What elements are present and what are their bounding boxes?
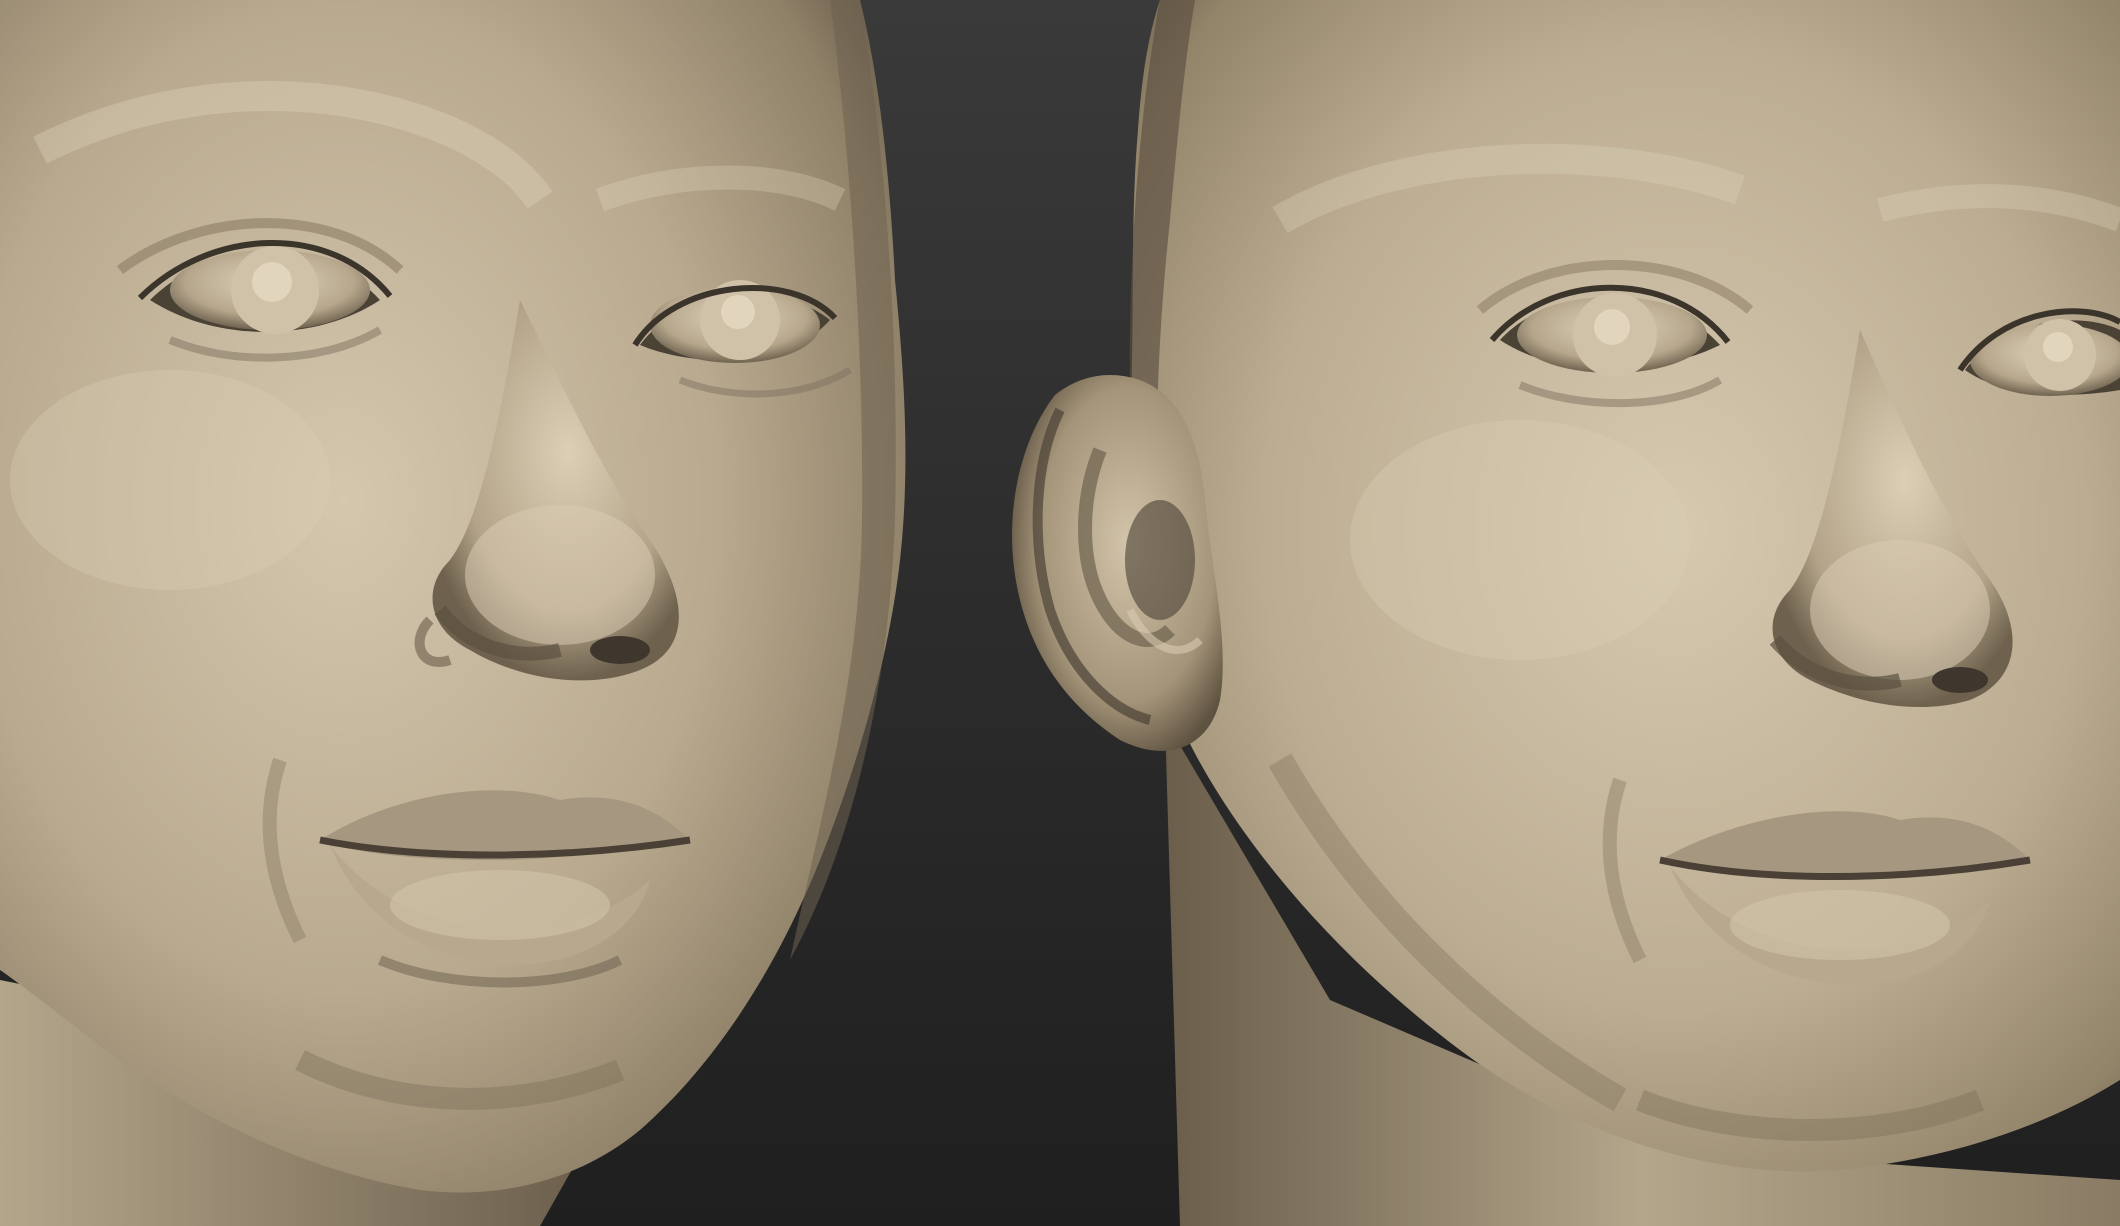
render-canvas [0, 0, 2120, 1226]
left-face-sculpt [0, 0, 906, 1226]
right-head-sculpt [1012, 0, 2120, 1226]
left-face-panel [0, 0, 1120, 1226]
right-head-panel [980, 0, 2120, 1226]
